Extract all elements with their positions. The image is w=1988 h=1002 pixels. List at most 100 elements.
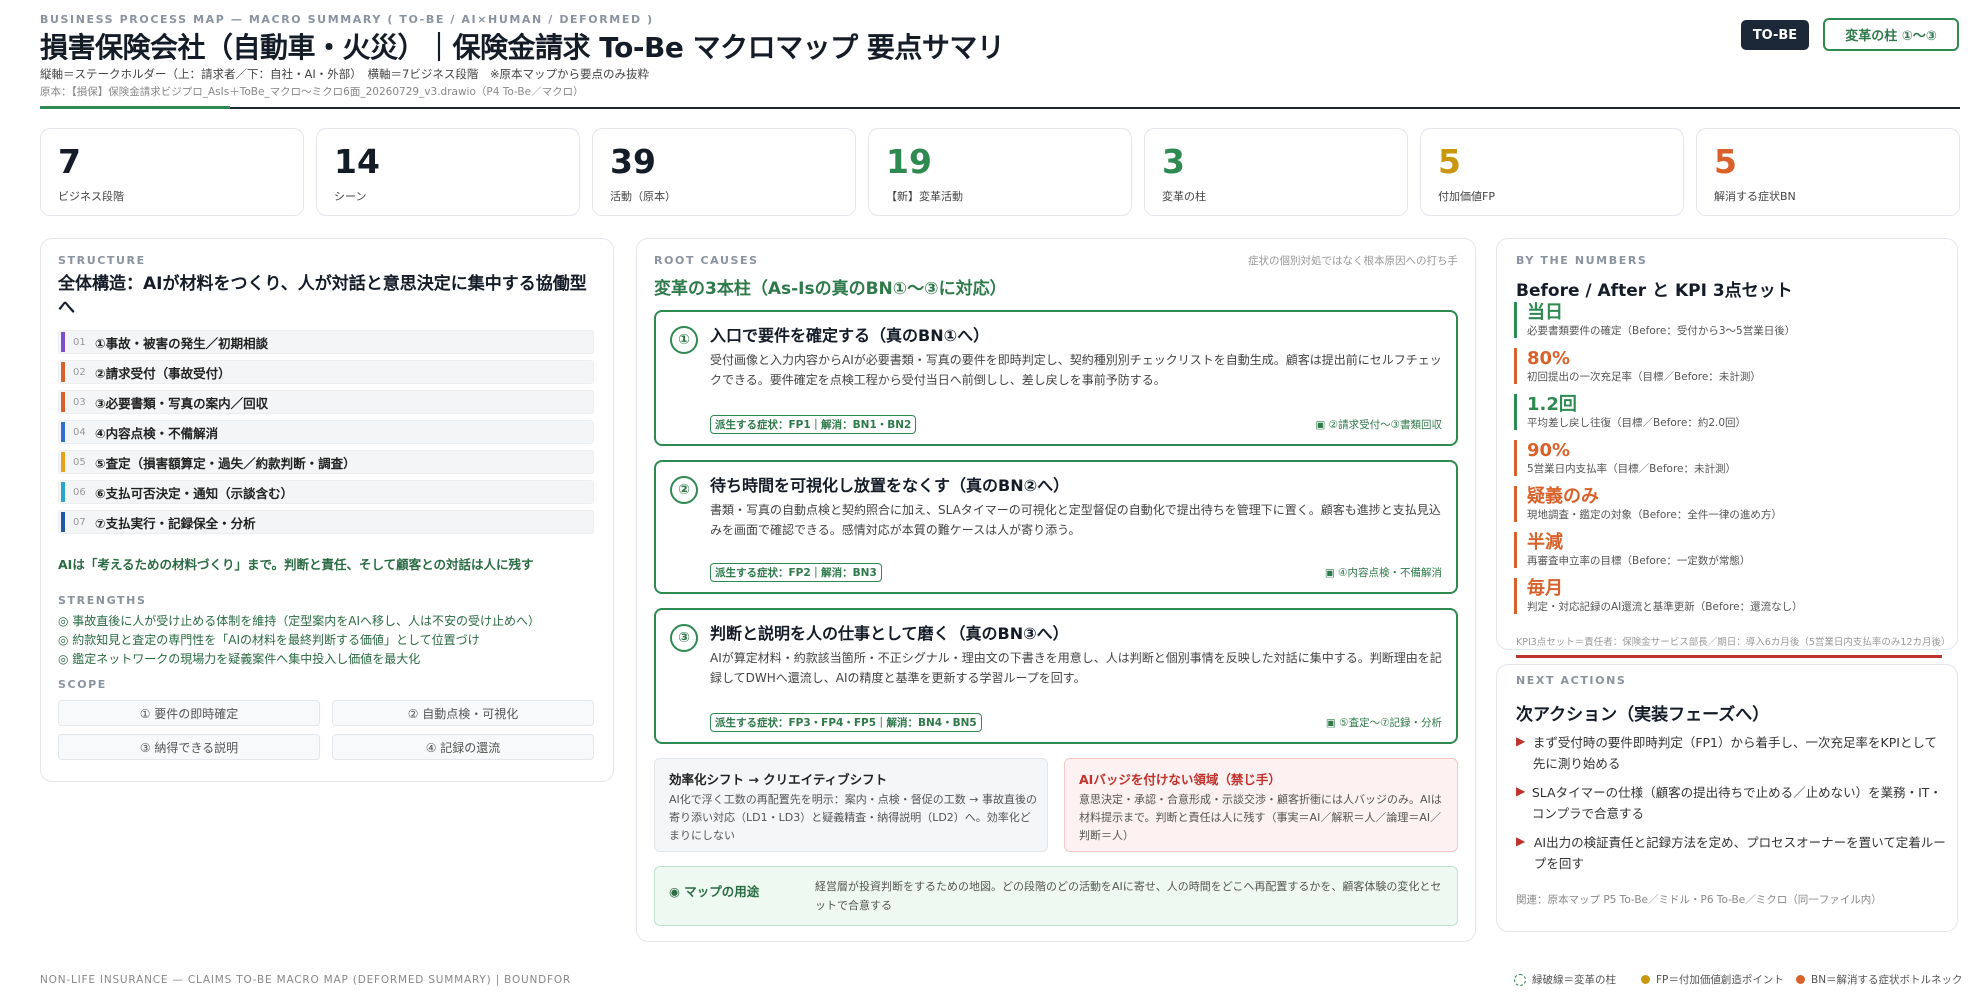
stage-label: ⑦支払実行・記録保全・分析: [95, 515, 256, 531]
dot-icon: [1641, 975, 1650, 984]
header-divider-accent: [40, 106, 230, 109]
next-eyebrow: NEXT ACTIONS: [1516, 674, 1627, 687]
stage-color-bar: [61, 452, 65, 472]
kpi-label: 現地調査・鑑定の対象（Before：全件一律の進め方）: [1527, 509, 1782, 521]
footer-label: NON-LIFE INSURANCE — CLAIMS TO-BE MACRO …: [40, 974, 572, 986]
stat-label: 変革の柱: [1162, 190, 1206, 203]
pillar-stage-ref: ▣ ②請求受付〜③書類回収: [1315, 419, 1442, 431]
scope-chip[interactable]: ③ 納得できる説明: [58, 734, 320, 760]
stage-number: 01: [73, 336, 86, 348]
stage-label: ③必要書類・写真の案内／回収: [95, 395, 269, 411]
stat-value: 5: [1714, 142, 1737, 181]
kpi-item: 半減 再審査申立率の目標（Before：一定数が常態）: [1514, 532, 1750, 568]
kpi-item: 90% 5営業日内支払率（目標／Before：未計測）: [1514, 440, 1736, 476]
dot-icon: [1796, 975, 1805, 984]
scope-chip[interactable]: ① 要件の即時確定: [58, 700, 320, 726]
scope-chip[interactable]: ④ 記録の還流: [332, 734, 594, 760]
ai-boundary-statement: AIは「考えるための材料づくり」まで。判断と責任、そして顧客との対話は人に残す: [58, 557, 534, 572]
stat-label: ビジネス段階: [58, 190, 124, 203]
action-item: ▶ AI出力の検証責任と記録方法を定め、プロセスオーナーを置いて定着ループを回す: [1516, 832, 1946, 874]
arrow-right-icon: ▶: [1516, 834, 1526, 848]
legend-fp: FP＝付加価値創造ポイント: [1641, 972, 1784, 987]
stat-card: 5 付加価値FP: [1420, 128, 1684, 216]
legend-label: FP＝付加価値創造ポイント: [1656, 974, 1784, 986]
shift-description: AI化で浮く工数の再配置先を明示：案内・点検・督促の工数 → 事故直後の寄り添い…: [669, 793, 1037, 842]
kpi-label: 判定・対応記録のAI還流と基準更新（Before：還流なし）: [1527, 601, 1803, 613]
root-note: 症状の個別対処ではなく根本原因への打ち手: [1248, 255, 1458, 267]
source-note: 原本：【損保】保険金請求ビジプロ_AsIs＋ToBe_マクロ〜ミクロ6面_202…: [40, 86, 584, 98]
stage-label: ⑤査定（損害額算定・過失／約款判断・調査）: [95, 455, 356, 471]
tobe-badge-button[interactable]: TO-BE: [1741, 20, 1809, 50]
stage-item: 06 ⑥支払可否決定・通知（示談含む）: [58, 480, 594, 504]
pillar-description: 書類・写真の自動点検と契約照合に加え、SLAタイマーの可視化と定型督促の自動化で…: [710, 503, 1441, 537]
kpi-item: 毎月判定・対応記録のAI還流と基準更新（Before：還流なし）: [1514, 578, 1803, 614]
stage-color-bar: [61, 512, 65, 532]
pillar-symptom-tag: 派生する症状：FP2｜解消：BN3: [710, 563, 882, 582]
stat-value: 39: [610, 142, 656, 181]
stage-number: 06: [73, 486, 86, 498]
kpi-label: 必要書類要件の確定（Before：受付から3〜5営業日後）: [1527, 325, 1796, 337]
stat-card: 5 解消する症状BN: [1696, 128, 1960, 216]
kpi-owner-note: KPI3点セット＝責任者：保険金サービス部長／期日：導入6カ月後（5営業日内支払…: [1516, 637, 1951, 648]
stage-label: ④内容点検・不備解消: [95, 425, 219, 441]
stat-value: 5: [1438, 142, 1461, 181]
kpi-label: 再審査申立率の目標（Before：一定数が常態）: [1527, 555, 1751, 567]
next-title: 次アクション（実装フェーズへ）: [1516, 705, 1770, 725]
pillar-number: ②: [670, 476, 698, 504]
map-usage-title: ◉ マップの用途: [669, 884, 760, 899]
pillar-stage-ref: ▣ ⑤査定〜⑦記録・分析: [1325, 717, 1442, 729]
pillar-description: 受付画像と入力内容からAIが必要書類・写真の要件を即時判定し、契約種別別チェック…: [710, 353, 1442, 387]
stage-item: 05 ⑤査定（損害額算定・過失／約款判断・調査）: [58, 450, 594, 474]
kpi-label: 初回提出の一次充足率（目標／Before：未計測）: [1527, 371, 1761, 383]
shift-title: 効率化シフト → クリエイティブシフト: [669, 772, 888, 787]
stage-item: 07 ⑦支払実行・記録保全・分析: [58, 510, 594, 534]
shift-box: 効率化シフト → クリエイティブシフト AI化で浮く工数の再配置先を明示：案内・…: [654, 758, 1048, 852]
strength-item: ◎ 鑑定ネットワークの現場力を疑義案件へ集中投入し価値を最大化: [58, 652, 421, 666]
stage-item: 04 ④内容点検・不備解消: [58, 420, 594, 444]
stage-number: 05: [73, 456, 86, 468]
strength-item: ◎ 事故直後に人が受け止める体制を維持（定型案内をAIへ移し、人は不安の受け止め…: [58, 614, 541, 628]
pillar-card[interactable]: ② 待ち時間を可視化し放置をなくす（真のBN②へ） 書類・写真の自動点検と契約照…: [654, 460, 1458, 594]
pillars-badge-button[interactable]: 変革の柱 ①〜③: [1823, 18, 1959, 51]
page-subtitle: 縦軸＝ステークホルダー（上：請求者／下：自社・AI・外部） 横軸＝7ビジネス段階…: [40, 67, 649, 81]
kpi-item: 80% 初回提出の一次充足率（目標／Before：未計測）: [1514, 348, 1761, 384]
stage-number: 02: [73, 366, 86, 378]
kpi-value: 疑義のみ: [1527, 486, 1599, 507]
stat-card: 39 活動（原本）: [592, 128, 856, 216]
stage-color-bar: [61, 482, 65, 502]
stat-label: 活動（原本）: [610, 190, 676, 203]
stage-item: 02 ②請求受付（事故受付）: [58, 360, 594, 384]
structure-title: 全体構造：AIが材料をつくり、人が対話と意思決定に集中する協働型へ: [58, 274, 587, 318]
stage-number: 07: [73, 516, 86, 528]
kpi-label: 5営業日内支払率（目標／Before：未計測）: [1527, 463, 1737, 475]
pillar-title: 判断と説明を人の仕事として磨く（真のBN③へ）: [710, 624, 1069, 643]
header-divider: [40, 107, 1960, 109]
pillar-card[interactable]: ③ 判断と説明を人の仕事として磨く（真のBN③へ） AIが算定材料・約款該当箇所…: [654, 608, 1458, 744]
kpi-value: 毎月: [1527, 578, 1563, 599]
action-text: AI出力の検証責任と記録方法を定め、プロセスオーナーを置いて定着ループを回す: [1533, 835, 1946, 871]
stage-color-bar: [61, 422, 65, 442]
numbers-divider: [1516, 655, 1942, 658]
pillar-card[interactable]: ① 入口で要件を確定する（真のBN①へ） 受付画像と入力内容からAIが必要書類・…: [654, 310, 1458, 446]
scope-chip[interactable]: ② 自動点検・可視化: [332, 700, 594, 726]
pillar-symptom-tag: 派生する症状：FP3・FP4・FP5｜解消：BN4・BN5: [710, 713, 982, 732]
root-title: 変革の3本柱（As-Isの真のBN①〜③に対応）: [654, 279, 1007, 299]
kpi-item: 1.2回 平均差し戻し往復（目標／Before：約2.0回）: [1514, 394, 1746, 430]
arrow-right-icon: ▶: [1516, 734, 1526, 748]
pillar-number: ③: [670, 624, 698, 652]
stat-label: 解消する症状BN: [1714, 190, 1796, 203]
action-item: ▶ SLAタイマーの仕様（顧客の提出待ちで止める／止めない）を業務・IT・コンプラ…: [1516, 782, 1946, 824]
action-text: SLAタイマーの仕様（顧客の提出待ちで止める／止めない）を業務・IT・コンプラで…: [1531, 785, 1942, 821]
pillar-number: ①: [670, 326, 698, 354]
stat-card: 3 変革の柱: [1144, 128, 1408, 216]
stat-value: 14: [334, 142, 380, 181]
scope-eyebrow: SCOPE: [58, 678, 107, 691]
pillar-description: AIが算定材料・約款該当箇所・不正シグナル・理由文の下書きを用意し、人は判断と個…: [710, 651, 1442, 685]
action-text: まず受付時の要件即時判定（FP1）から着手し、一次充足率をKPIとして先に測り始…: [1532, 735, 1938, 771]
kpi-value: 90%: [1527, 440, 1571, 461]
kpi-item: 疑義のみ現地調査・鑑定の対象（Before：全件一律の進め方）: [1514, 486, 1782, 522]
pillar-stage-ref: ▣ ④内容点検・不備解消: [1324, 567, 1442, 579]
stat-card: 7 ビジネス段階: [40, 128, 304, 216]
strengths-eyebrow: STRENGTHS: [58, 594, 147, 607]
stat-label: シーン: [334, 190, 367, 203]
